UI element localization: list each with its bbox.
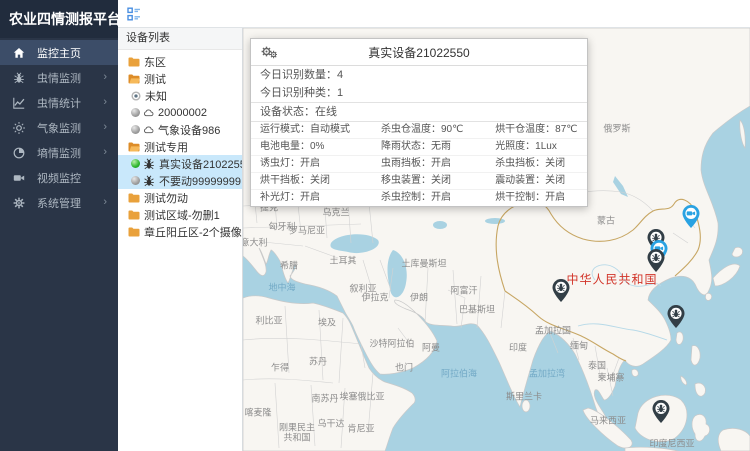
sidebar-item-label: 气象监测 xyxy=(37,120,81,136)
sidebar-item-label: 墒情监测 xyxy=(37,145,81,161)
tree-folder[interactable]: 测试区域-勿删1 xyxy=(118,206,242,223)
sidebar-item-label: 视频监控 xyxy=(37,170,81,186)
folder-closed-icon xyxy=(128,227,140,237)
popup-detail-cell: 移虫装置：关闭 xyxy=(372,173,486,190)
sidebar: 农业四情测报平台 监控主页虫情监测 › 虫情统计 › 气象监测 › 墒情监测 › 视频监控系统管… xyxy=(0,0,118,451)
topbar xyxy=(118,0,750,28)
tree-label: 测试区域-勿删1 xyxy=(144,207,220,223)
popup-detail-cell: 降雨状态：无雨 xyxy=(372,139,486,156)
popup-title: 真实设备21022550 xyxy=(251,44,587,61)
tree-device[interactable]: 气象设备986 xyxy=(118,121,242,138)
gear-icon xyxy=(13,197,27,209)
popup-header: 真实设备21022550 xyxy=(251,39,587,66)
sidebar-menu: 监控主页虫情监测 › 虫情统计 › 气象监测 › 墒情监测 › 视频监控系统管理 › xyxy=(0,38,118,215)
status-ball-gray xyxy=(131,108,140,117)
popup-detail-cell: 杀虫控制：开启 xyxy=(372,190,486,206)
tree-label: 东区 xyxy=(144,54,166,70)
popup-detail-cell: 电池电量：0% xyxy=(251,139,372,156)
sidebar-item-label: 监控主页 xyxy=(37,45,81,61)
chevron-right-icon: › xyxy=(103,72,107,83)
map-pin-camera[interactable] xyxy=(683,205,700,228)
popup-detail-cell: 补光灯：开启 xyxy=(251,190,372,206)
popup-status-row: 设备状态：在线 xyxy=(251,103,587,122)
sidebar-item-label: 虫情统计 xyxy=(37,95,81,111)
popup-detail-cell: 震动装置：关闭 xyxy=(486,173,587,190)
chevron-right-icon: › xyxy=(103,122,107,133)
tree-layout-icon[interactable] xyxy=(127,6,143,22)
sidebar-item-video[interactable]: 视频监控 xyxy=(0,165,118,190)
map-pin-insect[interactable] xyxy=(668,305,685,328)
tree-device[interactable]: 真实设备21022550 xyxy=(118,155,242,172)
tree-folder[interactable]: 测试勿动 xyxy=(118,189,242,206)
sidebar-item-label: 虫情监测 xyxy=(37,70,81,86)
sidebar-item-gear[interactable]: 系统管理 › xyxy=(0,190,118,215)
tree-device[interactable]: 未知 xyxy=(118,87,242,104)
tree-label: 20000002 xyxy=(158,107,207,119)
device-panel: 设备列表 东区测试未知 20000002 气象设备986测试专用真实设备210225… xyxy=(118,28,243,451)
status-ball-gray xyxy=(131,125,140,134)
moisture-icon xyxy=(13,147,27,159)
tree-label: 真实设备21022550 xyxy=(159,156,242,172)
folder-open-icon xyxy=(128,142,140,152)
sidebar-item-home[interactable]: 监控主页 xyxy=(0,40,118,65)
insect-icon xyxy=(143,175,155,187)
device-tree: 东区测试未知 20000002 气象设备986测试专用真实设备21022550不要动… xyxy=(118,50,242,240)
unknown-icon xyxy=(131,91,141,101)
tree-device[interactable]: 20000002 xyxy=(118,104,242,121)
chevron-right-icon: › xyxy=(103,97,107,108)
chevron-right-icon: › xyxy=(103,197,107,208)
chevron-right-icon: › xyxy=(103,147,107,158)
popup-species-row: 今日识别种类：1 xyxy=(251,84,587,103)
tree-label: 测试勿动 xyxy=(144,190,188,206)
tree-folder[interactable]: 东区 xyxy=(118,53,242,70)
sidebar-item-chart[interactable]: 虫情统计 › xyxy=(0,90,118,115)
cloud-icon xyxy=(143,126,154,134)
tree-label: 气象设备986 xyxy=(158,122,220,138)
popup-detail-cell: 杀虫仓温度：90℃ xyxy=(372,122,486,139)
sidebar-item-insect[interactable]: 虫情监测 › xyxy=(0,65,118,90)
cloud-icon xyxy=(143,109,154,117)
popup-count-row: 今日识别数量：4 xyxy=(251,66,587,84)
popup-detail-grid: 运行模式：自动模式杀虫仓温度：90℃烘干仓温度：87℃ 电池电量：0%降雨状态：无… xyxy=(251,122,587,206)
folder-closed-icon xyxy=(128,57,140,67)
popup-detail-cell: 光照度：1Lux xyxy=(486,139,587,156)
sidebar-item-label: 系统管理 xyxy=(37,195,81,211)
status-ball-gray xyxy=(131,176,140,185)
tree-label: 不要动99999999 xyxy=(159,173,241,189)
map-pin-insect[interactable] xyxy=(648,249,665,272)
status-ball-green xyxy=(131,159,140,168)
tree-label: 未知 xyxy=(145,88,167,104)
tree-label: 章丘阳丘区-2个摄像头 xyxy=(144,224,242,240)
tree-folder[interactable]: 测试 xyxy=(118,70,242,87)
sidebar-item-moisture[interactable]: 墒情监测 › xyxy=(0,140,118,165)
tree-folder[interactable]: 章丘阳丘区-2个摄像头 xyxy=(118,223,242,240)
device-popup: 真实设备21022550 今日识别数量：4 今日识别种类：1 设备状态：在线 运… xyxy=(250,38,588,207)
tree-folder[interactable]: 测试专用 xyxy=(118,138,242,155)
home-icon xyxy=(13,47,27,59)
weather-icon xyxy=(13,122,27,134)
popup-detail-cell: 虫雨挡板：开启 xyxy=(372,156,486,173)
folder-closed-icon xyxy=(128,210,140,220)
folder-open-icon xyxy=(128,74,140,84)
app-title: 农业四情测报平台 xyxy=(0,0,118,38)
tree-device[interactable]: 不要动99999999 xyxy=(118,172,242,189)
popup-detail-cell: 烘干仓温度：87℃ xyxy=(486,122,587,139)
popup-detail-cell: 杀虫挡板：关闭 xyxy=(486,156,587,173)
popup-detail-cell: 烘干控制：开启 xyxy=(486,190,587,206)
folder-closed-icon xyxy=(128,193,140,203)
device-panel-title: 设备列表 xyxy=(118,28,242,50)
chart-icon xyxy=(13,97,27,109)
insect-icon xyxy=(143,158,155,170)
popup-detail-cell: 烘干挡板：关闭 xyxy=(251,173,372,190)
video-icon xyxy=(13,172,27,184)
sidebar-item-weather[interactable]: 气象监测 › xyxy=(0,115,118,140)
map-canvas[interactable]: 俄罗斯蒙古中华人民共和国乌克兰捷克匈牙利罗马尼亚意大利希腊土耳其地中海叙利亚伊拉… xyxy=(243,28,750,451)
insect-icon xyxy=(13,72,27,84)
tree-label: 测试 xyxy=(144,71,166,87)
popup-detail-cell: 运行模式：自动模式 xyxy=(251,122,372,139)
popup-detail-cell: 诱虫灯：开启 xyxy=(251,156,372,173)
map-pin-insect[interactable] xyxy=(553,279,570,302)
tree-label: 测试专用 xyxy=(144,139,188,155)
map-pin-insect[interactable] xyxy=(653,400,670,423)
